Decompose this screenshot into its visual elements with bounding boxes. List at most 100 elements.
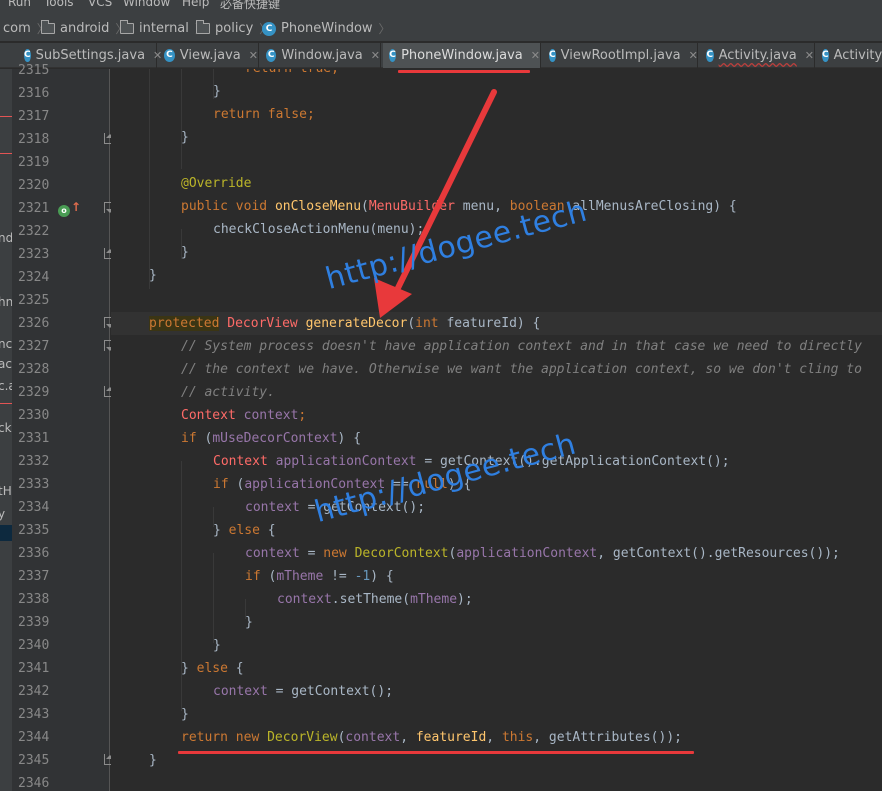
close-icon[interactable]: ✕ [805, 49, 814, 62]
code-line-2330: Context context; [181, 404, 306, 427]
breadcrumb-item-policy[interactable]: policy〉 [196, 20, 271, 37]
code-line-2345: } [149, 753, 157, 768]
line-number: 2321 [18, 201, 50, 216]
line-number: 2346 [18, 776, 50, 791]
class-icon: C [262, 21, 276, 36]
line-number: 2316 [18, 86, 50, 101]
tab-label: Window.java [281, 48, 363, 63]
breadcrumb-label: PhoneWindow [281, 21, 373, 36]
project-tree-fragment[interactable]: ac [0, 357, 12, 371]
line-number: 2340 [18, 638, 50, 653]
arrow-up-icon[interactable]: ↑ [71, 200, 81, 214]
code-token: -1 [354, 569, 371, 584]
line-number: 2331 [18, 431, 50, 446]
code-token: ( [196, 431, 213, 446]
menu-vcs[interactable]: VCS [88, 0, 112, 9]
project-tree-fragment[interactable]: ck [0, 421, 12, 435]
tab-activity[interactable]: C Activity.java ✕ [700, 43, 815, 68]
breadcrumb-item-internal[interactable]: internal〉 [120, 20, 207, 37]
implements-method-icon[interactable]: o [58, 205, 70, 217]
class-icon: C [389, 49, 397, 62]
code-line-2320: @Override [181, 176, 252, 191]
return-line-underline [178, 751, 694, 754]
code-editor[interactable]: return true; } return false; } @Override… [111, 69, 882, 791]
tab-activity-2[interactable]: C Activity [816, 43, 882, 68]
code-token: = [299, 546, 324, 561]
code-token: mTheme [410, 592, 458, 607]
tab-window[interactable]: C Window.java ✕ [260, 43, 381, 68]
line-number: 2325 [18, 293, 50, 308]
code-token: int [415, 316, 439, 331]
code-token: true [300, 69, 331, 76]
close-icon[interactable]: ✕ [249, 49, 258, 62]
menu-shortcuts[interactable]: 必备快捷键 [220, 0, 280, 12]
line-number: 2326 [18, 316, 50, 331]
tab-highlight-underline [398, 70, 530, 73]
close-icon[interactable]: ✕ [531, 49, 540, 62]
tab-viewrootimpl[interactable]: C ViewRootImpl.java ✕ [543, 43, 698, 68]
project-tree-fragment[interactable]: nd [0, 231, 12, 245]
code-token: Context [181, 408, 236, 423]
error-stripe [0, 116, 12, 117]
line-number: 2322 [18, 224, 50, 239]
line-number: 2344 [18, 730, 50, 745]
code-line-2323: } [181, 245, 189, 260]
menu-bar: Run Tools VCS Window Help 必备快捷键 [0, 0, 882, 12]
line-number: 2345 [18, 753, 50, 768]
close-icon[interactable]: ✕ [689, 49, 698, 62]
chevron-right-icon: 〉 [378, 22, 391, 36]
project-tree-fragment[interactable]: nc [0, 337, 12, 351]
code-line-2335: } else { [213, 519, 276, 542]
code-token: if [181, 431, 197, 446]
code-token: generateDecor [305, 316, 408, 331]
menu-window[interactable]: Window [123, 0, 170, 9]
project-panel: nd hn nc ac c.a ck tH y [0, 69, 12, 791]
menu-run[interactable]: Run [8, 0, 31, 9]
code-line-2321: public void onCloseMenu(MenuBuilder menu… [181, 195, 737, 218]
code-token: ( [361, 199, 369, 214]
code-token: DecorView [267, 730, 338, 745]
breadcrumb: com 〉 android〉 internal〉 policy〉 C PhoneWi… [0, 12, 882, 42]
code-token: context [345, 730, 401, 745]
code-token: context [245, 546, 300, 561]
project-tree-fragment[interactable]: y [0, 507, 5, 521]
line-number: 2333 [18, 477, 50, 492]
code-token: context [245, 500, 300, 515]
code-token: this [501, 730, 534, 745]
tab-phonewindow[interactable]: C PhoneWindow.java ✕ [383, 43, 541, 68]
code-token: { [259, 523, 276, 538]
code-token: return [245, 69, 292, 76]
breadcrumb-item-phonewindow[interactable]: C PhoneWindow 〉 [262, 20, 391, 37]
code-token: DecorView [227, 316, 298, 331]
code-token: Context [213, 454, 268, 469]
indent-guide [181, 69, 182, 169]
project-tree-fragment[interactable]: hn [0, 295, 12, 309]
project-tree-fragment[interactable]: tH [0, 484, 12, 498]
code-token: new [323, 546, 347, 561]
tab-label: Activity.java [718, 48, 797, 63]
line-number: 2337 [18, 569, 50, 584]
line-number: 2342 [18, 684, 50, 699]
close-icon[interactable]: ✕ [371, 49, 380, 62]
code-token: ( [228, 477, 245, 492]
error-stripe [0, 153, 12, 154]
breadcrumb-item-android[interactable]: android〉 [41, 20, 127, 37]
code-line-2327: // System process doesn't have applicati… [181, 339, 862, 354]
menu-tools[interactable]: Tools [44, 0, 74, 9]
line-number: 2336 [18, 546, 50, 561]
code-token: , [486, 730, 502, 745]
code-token: menu, [454, 199, 510, 214]
code-line-2341: } else { [181, 657, 244, 680]
code-line-2337: if (mTheme != -1) { [245, 565, 394, 588]
code-token: if [213, 477, 229, 492]
code-token: allMenusAreClosing) { [564, 199, 737, 214]
code-line-2343: } [181, 707, 189, 722]
project-tree-fragment[interactable]: c.a [0, 379, 12, 393]
code-token: applicationContext [456, 546, 598, 561]
line-number: 2328 [18, 362, 50, 377]
tab-view[interactable]: C View.java ✕ [158, 43, 259, 68]
class-icon: C [164, 49, 175, 62]
code-token: false [267, 107, 307, 122]
class-icon: C [549, 49, 556, 62]
menu-help[interactable]: Help [182, 0, 209, 9]
